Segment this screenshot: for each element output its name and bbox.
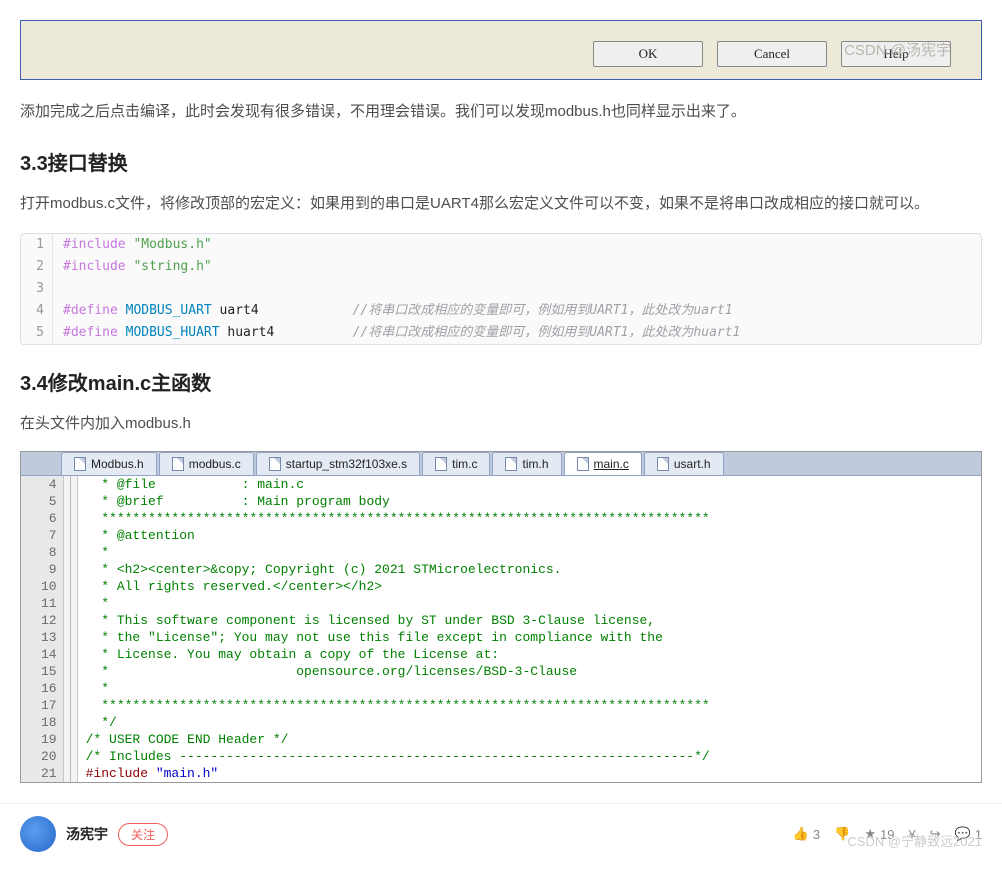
file-icon — [172, 457, 184, 471]
file-icon — [74, 457, 86, 471]
paragraph: 添加完成之后点击编译，此时会发现有很多错误，不用理会错误。我们可以发现modbu… — [20, 98, 982, 125]
file-icon — [505, 457, 517, 471]
ide-screenshot: Modbus.h modbus.c startup_stm32f103xe.s tim… — [20, 451, 982, 783]
avatar[interactable] — [20, 816, 56, 852]
fold-column — [64, 476, 78, 782]
paragraph: 打开modbus.c文件，将修改顶部的宏定义：如果用到的串口是UART4那么宏定… — [20, 190, 982, 217]
tab-label: Modbus.h — [91, 457, 144, 471]
author-name[interactable]: 汤宪宇 — [66, 824, 108, 844]
line-number: 2 — [21, 256, 53, 278]
dialog-screenshot: CSDN @汤宪宇 OK Cancel Help — [20, 20, 982, 80]
line-number: 1 — [21, 234, 53, 256]
line-number: 3 — [21, 278, 53, 300]
ide-tab: modbus.c — [159, 452, 254, 475]
ide-tab: usart.h — [644, 452, 724, 475]
line-number: 4 — [21, 300, 53, 322]
like-button[interactable]: 👍3 — [793, 826, 820, 842]
tab-label: main.c — [594, 457, 629, 471]
file-icon — [577, 457, 589, 471]
ide-tab: main.c — [564, 452, 642, 475]
ide-tab: startup_stm32f103xe.s — [256, 452, 420, 475]
file-icon — [657, 457, 669, 471]
watermark-text: CSDN @宁静致远2021 — [847, 831, 982, 850]
follow-button[interactable]: 关注 — [118, 823, 168, 846]
tab-label: startup_stm32f103xe.s — [286, 457, 407, 471]
ok-button: OK — [593, 41, 703, 67]
code-block: 1#include "Modbus.h" 2#include "string.h… — [20, 233, 982, 345]
tab-label: tim.c — [452, 457, 477, 471]
heading-3-4: 3.4修改main.c主函数 — [20, 367, 982, 396]
thumb-up-icon: 👍 — [793, 826, 809, 842]
file-icon — [435, 457, 447, 471]
tab-label: tim.h — [522, 457, 548, 471]
line-number: 5 — [21, 322, 53, 344]
ide-tab: tim.c — [422, 452, 490, 475]
heading-3-3: 3.3接口替换 — [20, 147, 982, 176]
cancel-button: Cancel — [717, 41, 827, 67]
ide-tab-bar: Modbus.h modbus.c startup_stm32f103xe.s tim… — [21, 452, 981, 476]
paragraph: 在头文件内加入modbus.h — [20, 410, 982, 437]
ide-tab: tim.h — [492, 452, 561, 475]
file-icon — [269, 457, 281, 471]
ide-code: * @file : main.c * @brief : Main program… — [78, 476, 981, 782]
tab-label: usart.h — [674, 457, 711, 471]
tab-label: modbus.c — [189, 457, 241, 471]
ide-gutter: 456789101112131415161718192021 — [21, 476, 64, 782]
watermark-text: CSDN @汤宪宇 — [844, 39, 951, 60]
article-footer: 汤宪宇 关注 👍3 👎 ★19 ¥ ↪ 💬1 CSDN @宁静致远2021 — [0, 803, 1002, 864]
ide-tab: Modbus.h — [61, 452, 157, 475]
